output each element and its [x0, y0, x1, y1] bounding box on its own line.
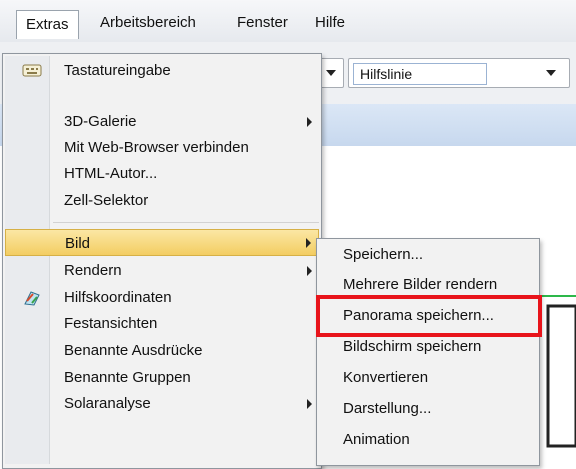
- layer-combo-value: Hilfslinie: [353, 63, 487, 85]
- menu-item-festansichten[interactable]: Festansichten: [4, 310, 320, 337]
- coordinates-icon: [24, 291, 40, 306]
- submenu-arrow-icon: [307, 399, 312, 409]
- menu-arbeitsbereich[interactable]: Arbeitsbereich: [92, 12, 204, 34]
- menu-item-hilfskoordinaten[interactable]: Hilfskoordinaten: [4, 284, 320, 311]
- menu-item-web-browser[interactable]: Mit Web-Browser verbinden: [4, 134, 320, 161]
- menu-extras[interactable]: Extras: [16, 10, 79, 39]
- submenu-item-speichern[interactable]: Speichern...: [317, 241, 423, 269]
- menu-item-html-autor[interactable]: HTML-Autor...: [4, 160, 320, 187]
- menu-item-bild[interactable]: Bild: [5, 229, 319, 256]
- chevron-down-icon: [326, 70, 336, 76]
- bild-submenu: Speichern... Mehrere Bilder rendern Pano…: [316, 238, 540, 466]
- menu-item-benannte-ausdruecke[interactable]: Benannte Ausdrücke: [4, 337, 320, 364]
- menu-item-rendern[interactable]: Rendern: [4, 257, 320, 284]
- submenu-arrow-icon: [307, 117, 312, 127]
- extras-menu: Tastatureingabe 3D-Galerie Mit Web-Brows…: [2, 53, 322, 469]
- submenu-arrow-icon: [306, 238, 311, 248]
- menu-item-tastatureingabe[interactable]: Tastatureingabe: [4, 57, 320, 84]
- submenu-item-bildschirm-speichern[interactable]: Bildschirm speichern: [317, 333, 481, 361]
- keyboard-icon: [22, 64, 42, 77]
- submenu-item-animation[interactable]: Animation: [317, 426, 410, 454]
- submenu-item-konvertieren[interactable]: Konvertieren: [317, 364, 428, 392]
- highlight-annotation-box: [316, 295, 542, 337]
- menu-item-zell-selektor[interactable]: Zell-Selektor: [4, 187, 320, 214]
- chevron-down-icon: [546, 70, 556, 76]
- submenu-arrow-icon: [307, 266, 312, 276]
- menu-item-solaranalyse[interactable]: Solaranalyse: [4, 390, 320, 417]
- menu-fenster[interactable]: Fenster: [229, 12, 296, 34]
- layer-combo[interactable]: Hilfslinie: [348, 58, 570, 88]
- black-frame: [546, 304, 576, 448]
- menu-item-3d-galerie[interactable]: 3D-Galerie: [4, 108, 320, 135]
- submenu-item-darstellung[interactable]: Darstellung...: [317, 395, 431, 423]
- menu-hilfe[interactable]: Hilfe: [307, 12, 353, 34]
- menu-bar: Extras Arbeitsbereich Fenster Hilfe: [0, 0, 576, 43]
- menu-item-benannte-gruppen[interactable]: Benannte Gruppen: [4, 364, 320, 391]
- menu-separator: [53, 222, 319, 223]
